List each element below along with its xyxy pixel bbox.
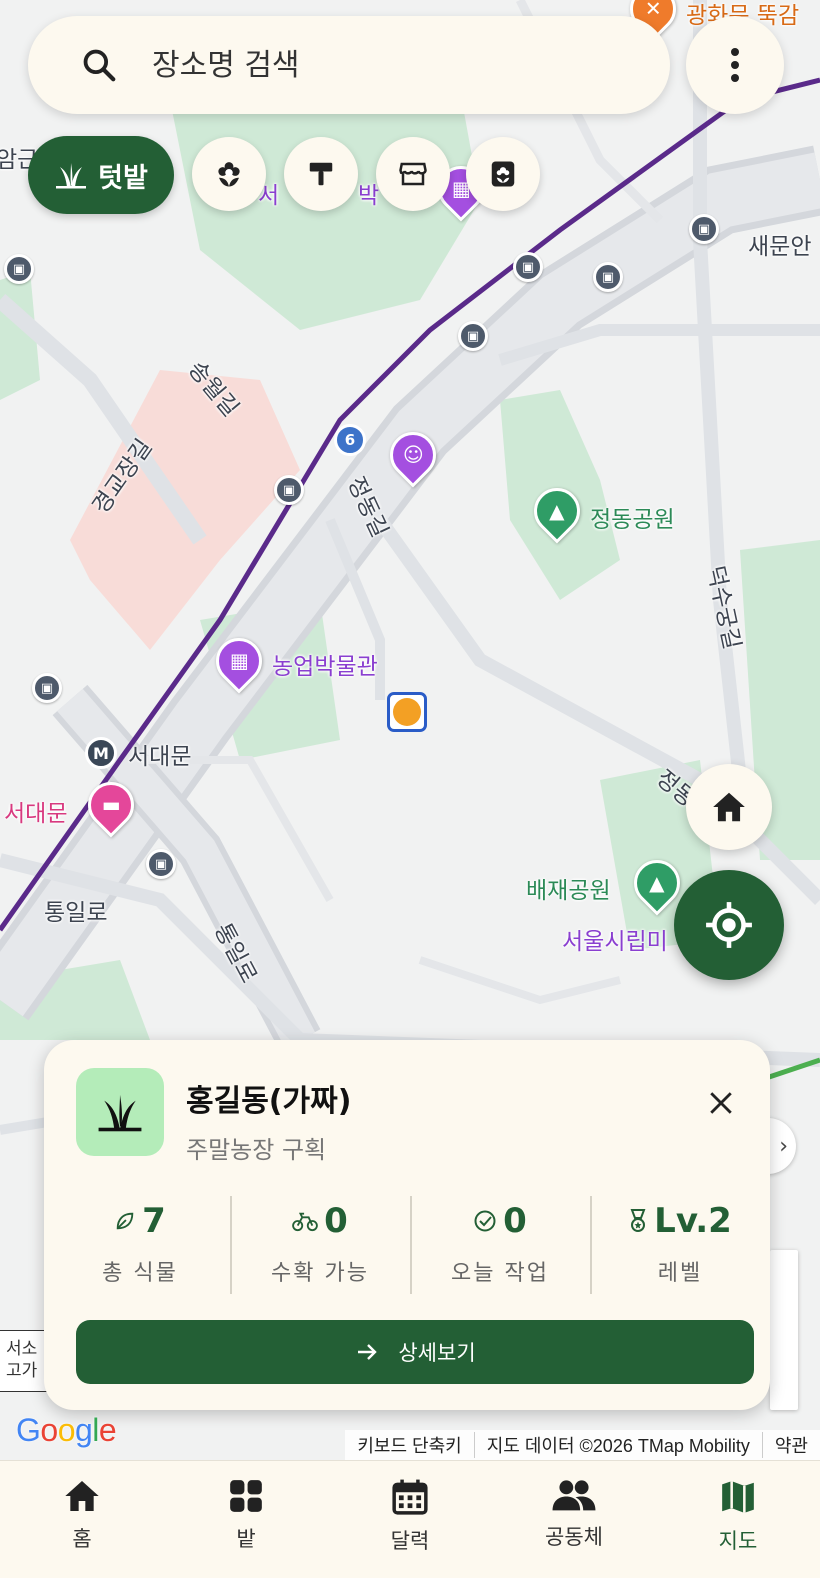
crosshair-icon — [706, 902, 752, 948]
map-icon — [722, 1481, 754, 1513]
harvest-icon — [292, 1212, 318, 1232]
search-bar[interactable] — [28, 16, 670, 114]
stat-level: Lv.2 레벨 — [590, 1190, 770, 1298]
plot-owner-name: 홍길동(가짜) — [186, 1084, 352, 1119]
filter-garden-chip[interactable]: 텃밭 — [28, 136, 174, 214]
label-tongil-ro: 통일로 — [44, 900, 108, 926]
label-jeongdong-park: 정동공원 — [590, 507, 675, 533]
label-seodaemun-station: 서대문 — [128, 744, 192, 770]
tool-icon — [309, 162, 333, 186]
home-icon — [713, 792, 745, 822]
nav-calendar-label: 달력 — [390, 1529, 430, 1553]
label-seoul-museum: 서울시립미 — [562, 929, 668, 955]
plot-stats: 7 총 식물 0 수확 가능 0 오늘 작업 Lv.2 레벨 — [50, 1190, 770, 1298]
stat-today-tasks-value: 0 — [503, 1201, 527, 1241]
filter-tool-chip[interactable] — [284, 137, 358, 211]
bus-stop-icon[interactable]: ▣ — [513, 252, 543, 282]
bus-stop-icon[interactable]: ▣ — [593, 262, 623, 292]
more-menu-button[interactable] — [686, 16, 784, 114]
flower-icon — [218, 162, 240, 187]
plot-location-marker[interactable] — [387, 692, 427, 732]
nav-field-label: 밭 — [236, 1527, 256, 1551]
grid-icon — [230, 1480, 262, 1512]
sprout-icon — [98, 1094, 142, 1132]
filter-plantbox-chip[interactable] — [466, 137, 540, 211]
stat-harvestable-label: 수확 가능 — [271, 1261, 369, 1286]
medal-icon — [630, 1209, 646, 1232]
people-icon — [552, 1480, 596, 1511]
sign-line-1: 서소 — [6, 1339, 38, 1359]
stat-level-value: Lv.2 — [654, 1201, 732, 1241]
keyboard-shortcuts-link[interactable]: 키보드 단축키 — [345, 1432, 473, 1458]
stat-total-plants: 7 총 식물 — [50, 1190, 230, 1298]
home-icon — [65, 1481, 99, 1511]
plot-type: 주말농장 구획 — [186, 1136, 327, 1164]
stat-total-plants-label: 총 식물 — [102, 1261, 178, 1286]
view-details-button[interactable]: 상세보기 — [76, 1320, 754, 1384]
bottom-navigation: 홈 밭 달력 공동체 지도 — [0, 1460, 820, 1578]
calendar-icon — [392, 1479, 428, 1515]
more-vert-icon — [731, 48, 739, 82]
nav-home[interactable]: 홈 — [0, 1461, 164, 1578]
search-input[interactable] — [152, 47, 612, 83]
sign-line-2: 고가 — [6, 1361, 38, 1381]
search-icon — [83, 49, 116, 82]
google-logo: Google — [16, 1412, 117, 1448]
line-6-badge: 6 — [334, 424, 366, 456]
map-partial-sign: 서소 고가 — [0, 1330, 48, 1392]
map-data-credit: 지도 데이터 ©2026 TMap Mobility — [473, 1432, 762, 1458]
nav-map[interactable]: 지도 — [656, 1461, 820, 1578]
bus-stop-icon[interactable]: ▣ — [274, 475, 304, 505]
plant-box-icon — [491, 161, 515, 187]
label-seodaemun-hotel: 서대문 — [4, 801, 68, 827]
plot-info-card: 홍길동(가짜) 주말농장 구획 7 총 식물 0 수확 가능 0 오늘 작업 L… — [44, 1040, 770, 1410]
plot-location-dot — [393, 698, 421, 726]
stat-harvestable-value: 0 — [324, 1201, 348, 1241]
nav-home-label: 홈 — [72, 1527, 92, 1551]
stat-total-plants-value: 7 — [142, 1201, 166, 1241]
nav-calendar[interactable]: 달력 — [328, 1461, 492, 1578]
my-location-button[interactable] — [674, 870, 784, 980]
bus-stop-icon[interactable]: ▣ — [458, 321, 488, 351]
map-zoom-controls[interactable] — [770, 1250, 798, 1410]
metro-station-icon[interactable]: M — [85, 737, 117, 769]
view-details-label: 상세보기 — [398, 1341, 476, 1365]
store-icon — [399, 162, 427, 186]
filter-flower-chip[interactable] — [192, 137, 266, 211]
leaf-icon — [116, 1212, 134, 1230]
label-baejae-park: 배재공원 — [526, 878, 611, 904]
stat-harvestable: 0 수확 가능 — [230, 1190, 410, 1298]
filter-garden-label: 텃밭 — [98, 162, 148, 194]
label-agri-museum: 농업박물관 — [272, 654, 378, 680]
map-attribution: 키보드 단축키 지도 데이터 ©2026 TMap Mobility 약관 — [345, 1430, 820, 1460]
nav-community[interactable]: 공동체 — [492, 1461, 656, 1578]
label-saemunan: 새문안 — [748, 234, 812, 260]
arrow-right-icon — [358, 1344, 378, 1360]
bus-stop-icon[interactable]: ▣ — [4, 254, 34, 284]
filter-store-chip[interactable] — [376, 137, 450, 211]
close-card-button[interactable] — [698, 1080, 744, 1126]
stat-today-tasks: 0 오늘 작업 — [410, 1190, 590, 1298]
plot-avatar — [76, 1068, 164, 1156]
close-icon — [710, 1092, 732, 1114]
sprout-icon — [56, 163, 87, 189]
go-home-button[interactable] — [686, 764, 772, 850]
stat-level-label: 레벨 — [657, 1261, 703, 1286]
nav-map-label: 지도 — [718, 1529, 758, 1553]
bus-stop-icon[interactable]: ▣ — [146, 849, 176, 879]
nav-field[interactable]: 밭 — [164, 1461, 328, 1578]
stat-today-tasks-label: 오늘 작업 — [451, 1261, 549, 1286]
bus-stop-icon[interactable]: ▣ — [689, 214, 719, 244]
nav-community-label: 공동체 — [545, 1525, 603, 1549]
terms-link[interactable]: 약관 — [761, 1432, 820, 1458]
check-circle-icon — [474, 1210, 496, 1232]
bus-stop-icon[interactable]: ▣ — [32, 673, 62, 703]
